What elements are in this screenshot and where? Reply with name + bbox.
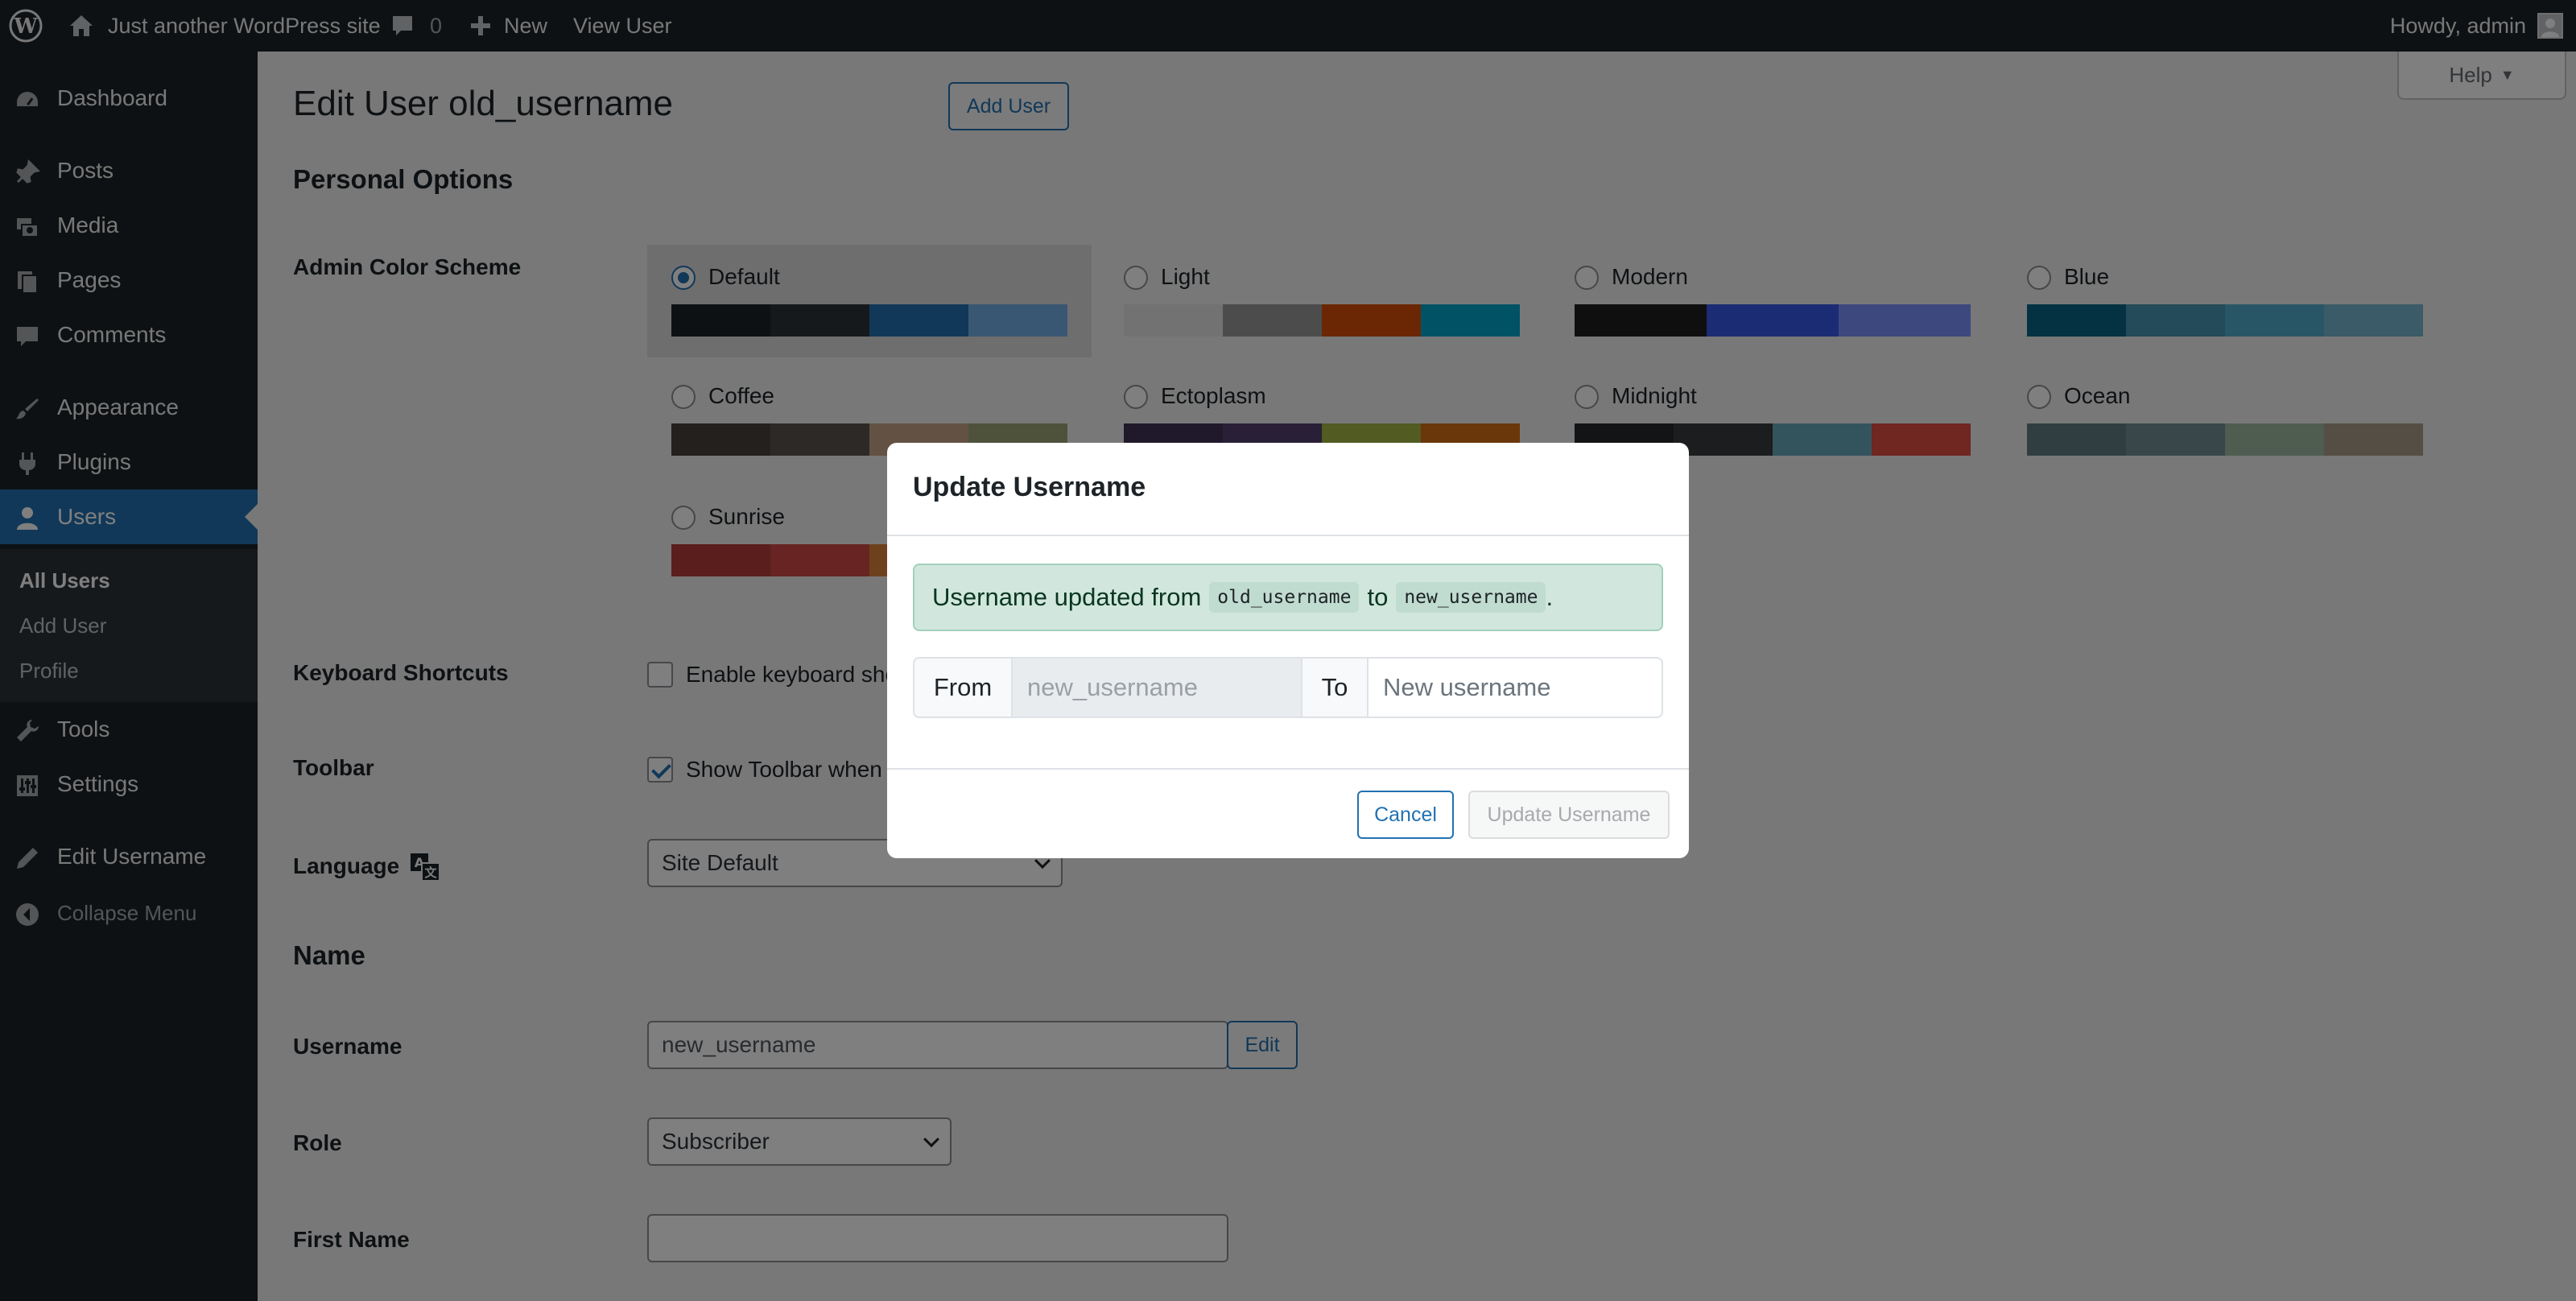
from-username-field: new_username — [1013, 657, 1302, 718]
success-alert: Username updated from old_username to ne… — [913, 564, 1663, 631]
alert-new-username: new_username — [1396, 582, 1546, 613]
alert-to: to — [1367, 583, 1389, 611]
modal-header: Update Username — [887, 443, 1689, 536]
cancel-button[interactable]: Cancel — [1357, 791, 1454, 839]
modal-footer: Cancel Update Username — [887, 768, 1689, 858]
to-addon: To — [1302, 657, 1368, 718]
alert-suffix: . — [1546, 583, 1554, 611]
update-username-button[interactable]: Update Username — [1468, 791, 1670, 839]
alert-prefix: Username updated from — [932, 583, 1202, 611]
from-addon: From — [913, 657, 1013, 718]
modal-title: Update Username — [913, 472, 1146, 502]
new-username-input[interactable]: New username — [1368, 657, 1663, 718]
alert-old-username: old_username — [1209, 582, 1360, 613]
update-username-modal: Update Username Username updated from ol… — [887, 443, 1689, 858]
new-username-placeholder: New username — [1383, 673, 1551, 701]
username-input-group: From new_username To New username — [913, 657, 1663, 718]
